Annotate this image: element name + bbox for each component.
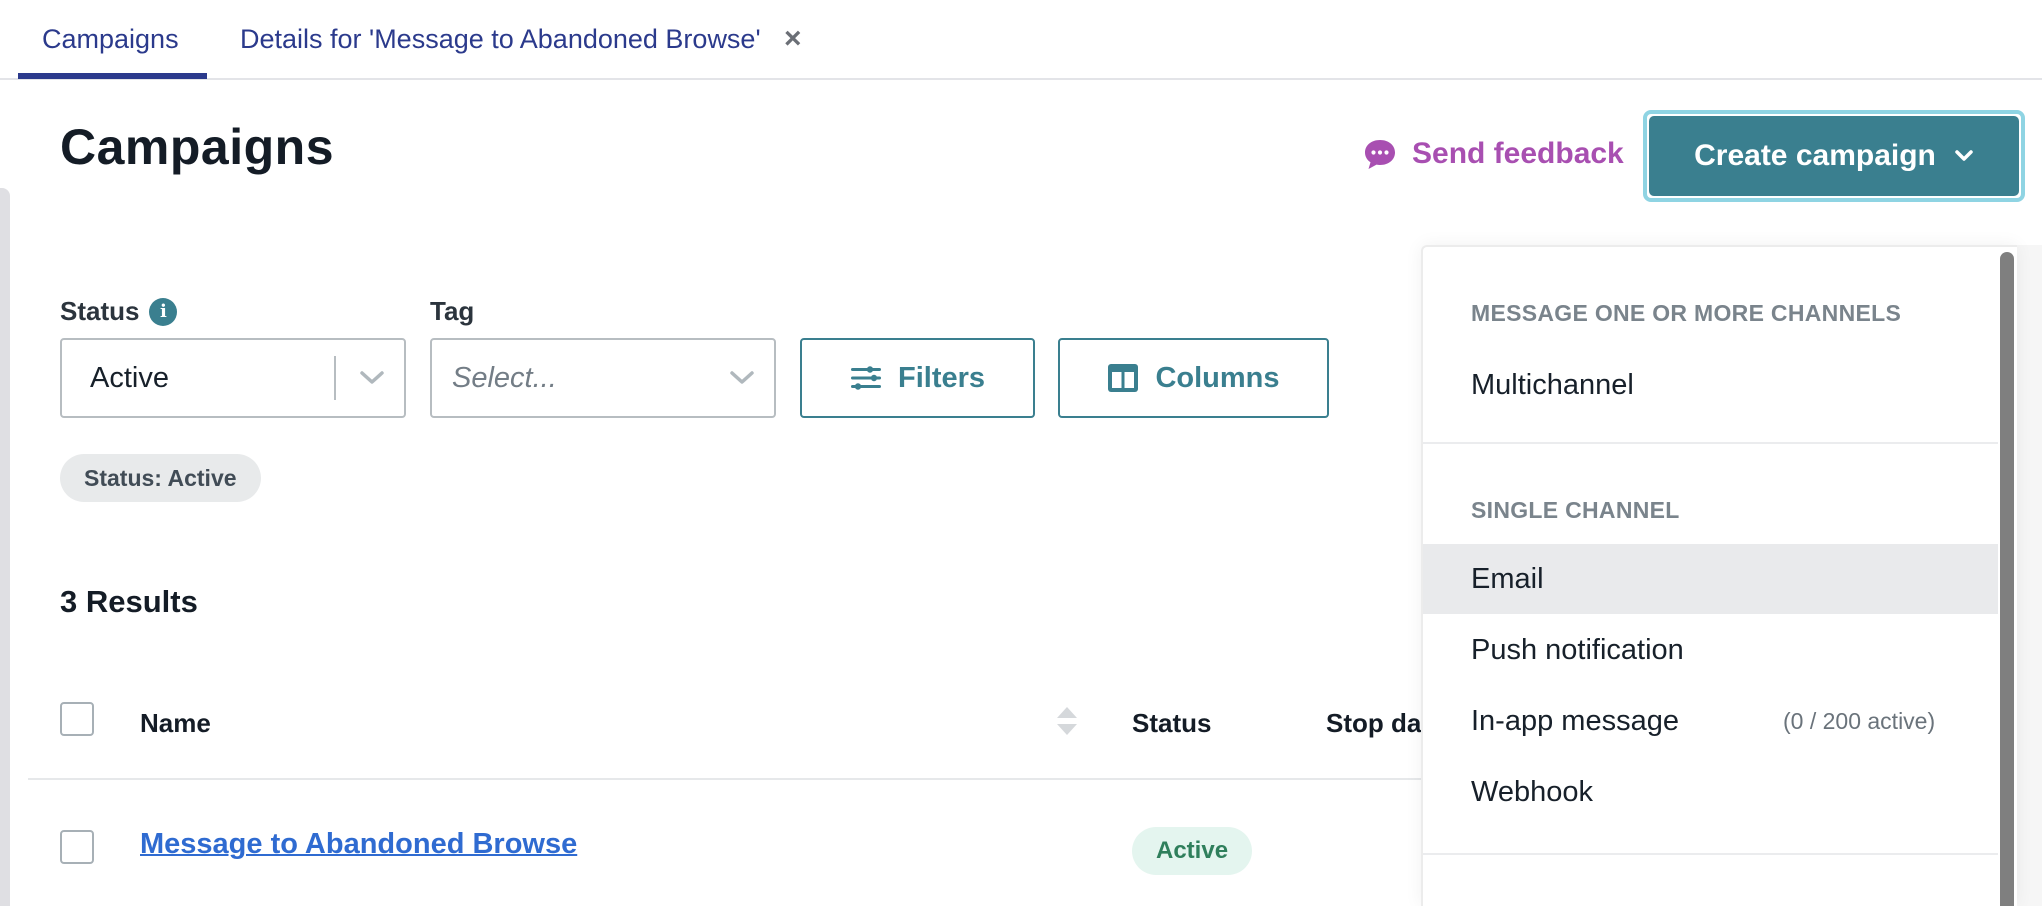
menu-item-label: Push notification bbox=[1471, 633, 1684, 666]
menu-shadow bbox=[2017, 245, 2042, 906]
column-header-status[interactable]: Status bbox=[1132, 708, 1211, 739]
filters-label: Filters bbox=[897, 361, 986, 394]
info-icon[interactable]: i bbox=[149, 297, 178, 326]
tag-select[interactable]: Select... bbox=[430, 338, 776, 418]
campaign-name-link[interactable]: Message to Abandoned Browse bbox=[140, 828, 577, 861]
create-campaign-label: Create campaign bbox=[1694, 139, 1936, 172]
status-filter-label: Status i bbox=[60, 296, 178, 327]
page-title: Campaigns bbox=[60, 119, 335, 175]
left-panel-edge bbox=[0, 188, 10, 906]
chevron-down-icon bbox=[350, 370, 394, 386]
menu-item-email[interactable]: Email bbox=[1423, 544, 1998, 614]
chat-bubble-icon bbox=[1365, 140, 1395, 169]
create-campaign-button[interactable]: Create campaign bbox=[1649, 116, 2019, 196]
select-all-checkbox[interactable] bbox=[60, 702, 94, 736]
menu-item-label: In-app message bbox=[1471, 704, 1679, 737]
close-tab-icon[interactable]: × bbox=[784, 22, 802, 56]
columns-button[interactable]: Columns bbox=[1058, 338, 1329, 418]
menu-section-heading: MESSAGE ONE OR MORE CHANNELS bbox=[1471, 300, 1902, 326]
sort-icon[interactable] bbox=[1056, 706, 1078, 736]
results-count: 3 Results bbox=[60, 584, 198, 619]
sliders-icon bbox=[850, 366, 881, 390]
status-label-text: Status bbox=[60, 296, 140, 326]
menu-item-push-notification[interactable]: Push notification bbox=[1423, 615, 1998, 685]
create-campaign-menu: MESSAGE ONE OR MORE CHANNELS Multichanne… bbox=[1421, 245, 2017, 906]
columns-label: Columns bbox=[1155, 361, 1280, 394]
menu-item-label: Webhook bbox=[1471, 775, 1593, 808]
chevron-down-icon bbox=[1955, 150, 1973, 161]
filters-button[interactable]: Filters bbox=[800, 338, 1035, 418]
tab-campaigns[interactable]: Campaigns bbox=[42, 24, 179, 55]
select-separator bbox=[334, 356, 336, 400]
menu-item-in-app-message[interactable]: In-app message (0 / 200 active) bbox=[1423, 686, 1998, 756]
send-feedback-label: Send feedback bbox=[1412, 137, 1624, 170]
menu-item-webhook[interactable]: Webhook bbox=[1423, 757, 1998, 827]
tab-campaign-details[interactable]: Details for 'Message to Abandoned Browse… bbox=[240, 24, 761, 55]
create-campaign-focus-ring: Create campaign bbox=[1643, 110, 2025, 202]
column-header-name[interactable]: Name bbox=[140, 708, 211, 739]
send-feedback-link[interactable]: Send feedback bbox=[1362, 136, 1624, 172]
menu-divider bbox=[1423, 442, 1998, 444]
menu-section-heading: SINGLE CHANNEL bbox=[1471, 497, 1680, 523]
tab-bar: Campaigns Details for 'Message to Abando… bbox=[0, 0, 2042, 80]
columns-icon bbox=[1108, 364, 1139, 392]
menu-divider bbox=[1423, 853, 1998, 855]
chevron-down-icon bbox=[720, 370, 764, 386]
status-select-value: Active bbox=[90, 361, 169, 394]
row-checkbox[interactable] bbox=[60, 830, 94, 864]
tag-select-placeholder: Select... bbox=[452, 361, 557, 394]
menu-item-label: Multichannel bbox=[1471, 368, 1634, 401]
tag-filter-label: Tag bbox=[430, 296, 475, 326]
table-header-divider bbox=[28, 778, 1428, 780]
in-app-active-count: (0 / 200 active) bbox=[1783, 707, 1936, 734]
menu-item-multichannel[interactable]: Multichannel bbox=[1423, 350, 1998, 420]
status-badge: Active bbox=[1132, 827, 1253, 875]
column-header-stop-date[interactable]: Stop da bbox=[1326, 708, 1421, 739]
status-select[interactable]: Active bbox=[60, 338, 406, 418]
active-tab-indicator bbox=[18, 73, 207, 79]
menu-item-label: Email bbox=[1471, 562, 1544, 595]
menu-scrollbar[interactable] bbox=[2000, 252, 2014, 906]
active-filter-chip[interactable]: Status: Active bbox=[60, 454, 261, 502]
